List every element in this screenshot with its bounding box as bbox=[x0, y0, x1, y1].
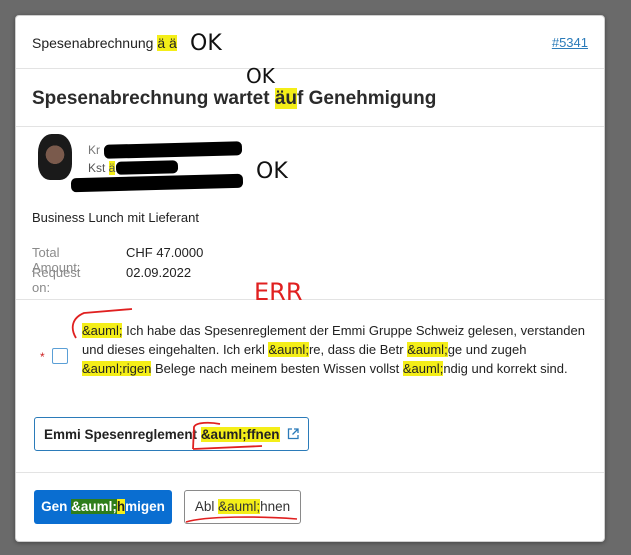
open-regulations-button[interactable]: Emmi Spesenreglement &auml;ffnen bbox=[34, 417, 309, 451]
approval-dialog: Spesenabrechnung ä ä #5341 Spesenabrechn… bbox=[15, 15, 605, 542]
reject-button[interactable]: Abl &auml;hnen bbox=[184, 490, 301, 524]
total-amount-value: CHF 47.0000 bbox=[126, 245, 204, 260]
approve-button[interactable]: Gen &auml;hmigen bbox=[34, 490, 172, 524]
divider bbox=[16, 299, 604, 300]
required-marker: * bbox=[40, 350, 45, 364]
requester-avatar bbox=[38, 134, 72, 180]
dialog-title-row: Spesenabrechnung wartet äuf Genehmigung bbox=[16, 69, 604, 127]
dialog-header: Spesenabrechnung ä ä #5341 bbox=[16, 16, 604, 69]
external-link-icon bbox=[287, 428, 299, 440]
request-date-label: Request on: bbox=[32, 265, 81, 295]
redaction-mark bbox=[70, 173, 244, 193]
header-title: Spesenabrechnung ä ä bbox=[32, 35, 177, 51]
dialog-title: Spesenabrechnung wartet äuf Genehmigung bbox=[32, 88, 437, 109]
redaction-mark bbox=[115, 160, 179, 175]
declaration-checkbox[interactable] bbox=[52, 348, 68, 364]
declaration-text: &auml; Ich habe das Spesenreglement der … bbox=[82, 323, 585, 376]
requester-name: Kr bbox=[88, 143, 100, 157]
redaction-mark bbox=[103, 141, 243, 159]
request-date-value: 02.09.2022 bbox=[126, 265, 192, 280]
request-number-link[interactable]: #5341 bbox=[552, 35, 588, 50]
divider bbox=[16, 472, 604, 473]
expense-description: Business Lunch mit Lieferant bbox=[32, 210, 199, 225]
